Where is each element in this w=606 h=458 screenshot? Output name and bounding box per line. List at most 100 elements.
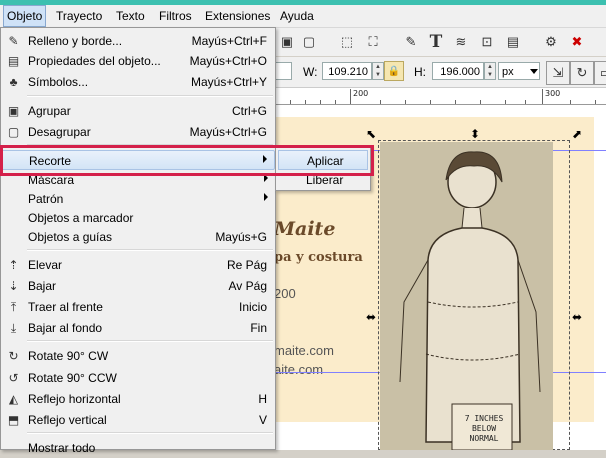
recorte-submenu: Aplicar Liberar — [275, 146, 371, 191]
menu-item-label: Traer al frente — [28, 300, 103, 314]
ungroup-objects-icon[interactable]: ▢ — [298, 31, 320, 53]
menu-separator — [27, 249, 273, 251]
menu-item-shortcut: Mayús+Ctrl+Y — [190, 75, 267, 89]
menu-separator — [27, 432, 273, 434]
menu-item-propiedades[interactable]: ▤ Propiedades del objeto... Mayús+Ctrl+O — [1, 51, 275, 71]
horizontal-ruler: 200 300 — [270, 88, 606, 105]
rotate-cw-icon: ↻ — [8, 349, 19, 363]
menu-item-shortcut: Ctrl+G — [231, 104, 267, 118]
menu-item-traer-frente[interactable]: ⤒ Traer al frente Inicio — [1, 297, 275, 317]
menu-item-label: Objetos a marcador — [28, 211, 134, 225]
select-same-icon[interactable]: ⬚ — [336, 31, 358, 53]
height-input[interactable]: 196.000 — [432, 62, 484, 80]
menu-item-label: Rotate 90° CW — [28, 349, 109, 363]
card-email-1: maite.com — [274, 343, 334, 358]
menu-item-mostrar-todo[interactable]: Mostrar todo — [1, 438, 275, 458]
menu-item-label: Desagrupar — [28, 125, 91, 139]
menu-item-label: Patrón — [28, 192, 64, 206]
move-gradients-icon[interactable]: ▭ — [594, 61, 606, 85]
menu-item-desagrupar[interactable]: ▢ Desagrupar Mayús+Ctrl+G — [1, 122, 275, 142]
card-number: 200 — [274, 286, 296, 301]
menubar: Objeto Trayecto Texto Filtros Extensione… — [0, 5, 606, 28]
menu-item-shortcut: Mayús+Ctrl+G — [189, 125, 267, 139]
text-tool-icon[interactable]: T — [425, 31, 447, 53]
menu-item-bajar-fondo[interactable]: ⤓ Bajar al fondo Fin — [1, 318, 275, 338]
card-title: Maite — [274, 218, 336, 240]
height-spinner[interactable]: ▲ ▼ — [484, 62, 496, 80]
close-document-icon[interactable]: ✖ — [566, 31, 588, 53]
menu-item-label: Bajar al fondo — [28, 321, 103, 335]
lock-ratio-icon[interactable]: 🔒 — [384, 61, 404, 81]
unit-dropdown-icon[interactable] — [530, 69, 538, 74]
menu-item-elevar[interactable]: ⇡ Elevar Re Pág — [1, 255, 275, 275]
xml-editor-icon[interactable]: ⊡ — [476, 31, 498, 53]
resize-handle-nw-icon[interactable]: ⬉ — [366, 127, 376, 141]
menu-item-shortcut: V — [258, 413, 267, 427]
menu-item-objetos-marcador[interactable]: Objetos a marcador — [1, 208, 275, 228]
menu-item-objetos-guias[interactable]: Objetos a guías Mayús+G — [1, 227, 275, 247]
menu-item-label: Reflejo horizontal — [28, 392, 121, 406]
menu-texto[interactable]: Texto — [113, 5, 148, 27]
menu-item-label: Símbolos... — [28, 75, 89, 89]
menu-item-patron[interactable]: Patrón — [1, 189, 275, 209]
photo-caption: 7 INCHES BELOW NORMAL — [464, 414, 504, 443]
object-to-path-icon[interactable]: ⛶ — [362, 31, 384, 53]
menu-filtros[interactable]: Filtros — [156, 5, 195, 27]
menu-item-shortcut: Re Pág — [226, 258, 267, 272]
scale-corners-icon[interactable]: ↻ — [570, 61, 594, 85]
fill-stroke-icon[interactable]: ✎ — [400, 31, 422, 53]
resize-handle-ne-icon[interactable]: ⬈ — [572, 127, 582, 141]
menu-item-mascara[interactable]: Máscara — [1, 170, 275, 190]
tool-controls-bar: W: 109.210 ▲ ▼ 🔒 H: 196.000 ▲ ▼ px ⇲ ↻ ▭ — [270, 57, 606, 88]
menu-extensiones[interactable]: Extensiones — [202, 5, 273, 27]
align-distribute-icon[interactable]: ▤ — [502, 31, 524, 53]
menu-objeto[interactable]: Objeto — [3, 5, 47, 27]
menu-item-reflejo-horizontal[interactable]: ◭ Reflejo horizontal H — [1, 389, 275, 409]
width-label: W: — [303, 65, 318, 79]
menu-item-shortcut: Mayús+Ctrl+F — [191, 34, 267, 48]
height-label: H: — [414, 65, 426, 79]
menu-separator — [27, 340, 273, 342]
object-properties-icon: ▤ — [7, 54, 20, 68]
menu-item-label: Mostrar todo — [28, 441, 96, 455]
menu-item-rotate-cw[interactable]: ↻ Rotate 90° CW — [1, 346, 275, 366]
vintage-illustration-image[interactable]: 7 INCHES BELOW NORMAL — [380, 142, 553, 450]
woman-illustration-icon — [380, 142, 553, 450]
resize-handle-e-icon[interactable]: ⬌ — [572, 310, 582, 324]
menu-item-label: Rotate 90° CCW — [28, 371, 117, 385]
resize-handle-n-icon[interactable]: ⬍ — [470, 127, 480, 141]
menu-item-agrupar[interactable]: ▣ Agrupar Ctrl+G — [1, 101, 275, 121]
ungroup-icon: ▢ — [7, 125, 20, 139]
menu-item-label: Reflejo vertical — [28, 413, 107, 427]
menu-separator — [27, 95, 273, 97]
resize-handle-w-icon[interactable]: ⬌ — [366, 310, 376, 324]
symbols-icon: ♣ — [9, 75, 18, 89]
menu-item-label: Máscara — [28, 173, 75, 187]
group-objects-icon[interactable]: ▣ — [276, 31, 298, 53]
menu-ayuda[interactable]: Ayuda — [277, 5, 317, 27]
width-spinner[interactable]: ▲ ▼ — [372, 62, 384, 80]
width-input[interactable]: 109.210 — [322, 62, 372, 80]
menu-item-relleno-borde[interactable]: ✎ Relleno y borde... Mayús+Ctrl+F — [1, 31, 275, 51]
preferences-icon[interactable]: ⚙ — [540, 31, 562, 53]
lower-icon: ⇣ — [8, 279, 19, 293]
menu-item-reflejo-vertical[interactable]: ⬒ Reflejo vertical V — [1, 410, 275, 430]
fill-stroke-icon: ✎ — [8, 34, 19, 48]
submenu-arrow-icon — [263, 155, 267, 163]
commands-toolbar: ▣ ▢ ⬚ ⛶ ✎ T ≋ ⊡ ▤ ⚙ ✖ — [270, 28, 606, 56]
menu-item-bajar[interactable]: ⇣ Bajar Av Pág — [1, 276, 275, 296]
submenu-arrow-icon — [264, 193, 268, 201]
scale-stroke-icon[interactable]: ⇲ — [546, 61, 570, 85]
flip-vertical-icon: ⬒ — [7, 413, 20, 427]
submenu-item-aplicar[interactable]: Aplicar — [278, 150, 368, 170]
menu-item-shortcut: Av Pág — [228, 279, 267, 293]
card-subtitle: pa y costura — [274, 250, 363, 265]
objeto-dropdown-menu: ✎ Relleno y borde... Mayús+Ctrl+F ▤ Prop… — [0, 27, 276, 455]
menu-item-simbolos[interactable]: ♣ Símbolos... Mayús+Ctrl+Y — [1, 72, 275, 92]
raise-icon: ⇡ — [8, 258, 19, 272]
layers-icon[interactable]: ≋ — [450, 31, 472, 53]
submenu-item-liberar[interactable]: Liberar — [278, 170, 368, 190]
menu-trayecto[interactable]: Trayecto — [53, 5, 105, 27]
menu-item-rotate-ccw[interactable]: ↺ Rotate 90° CCW — [1, 368, 275, 388]
menu-item-recorte[interactable]: Recorte — [1, 150, 275, 170]
